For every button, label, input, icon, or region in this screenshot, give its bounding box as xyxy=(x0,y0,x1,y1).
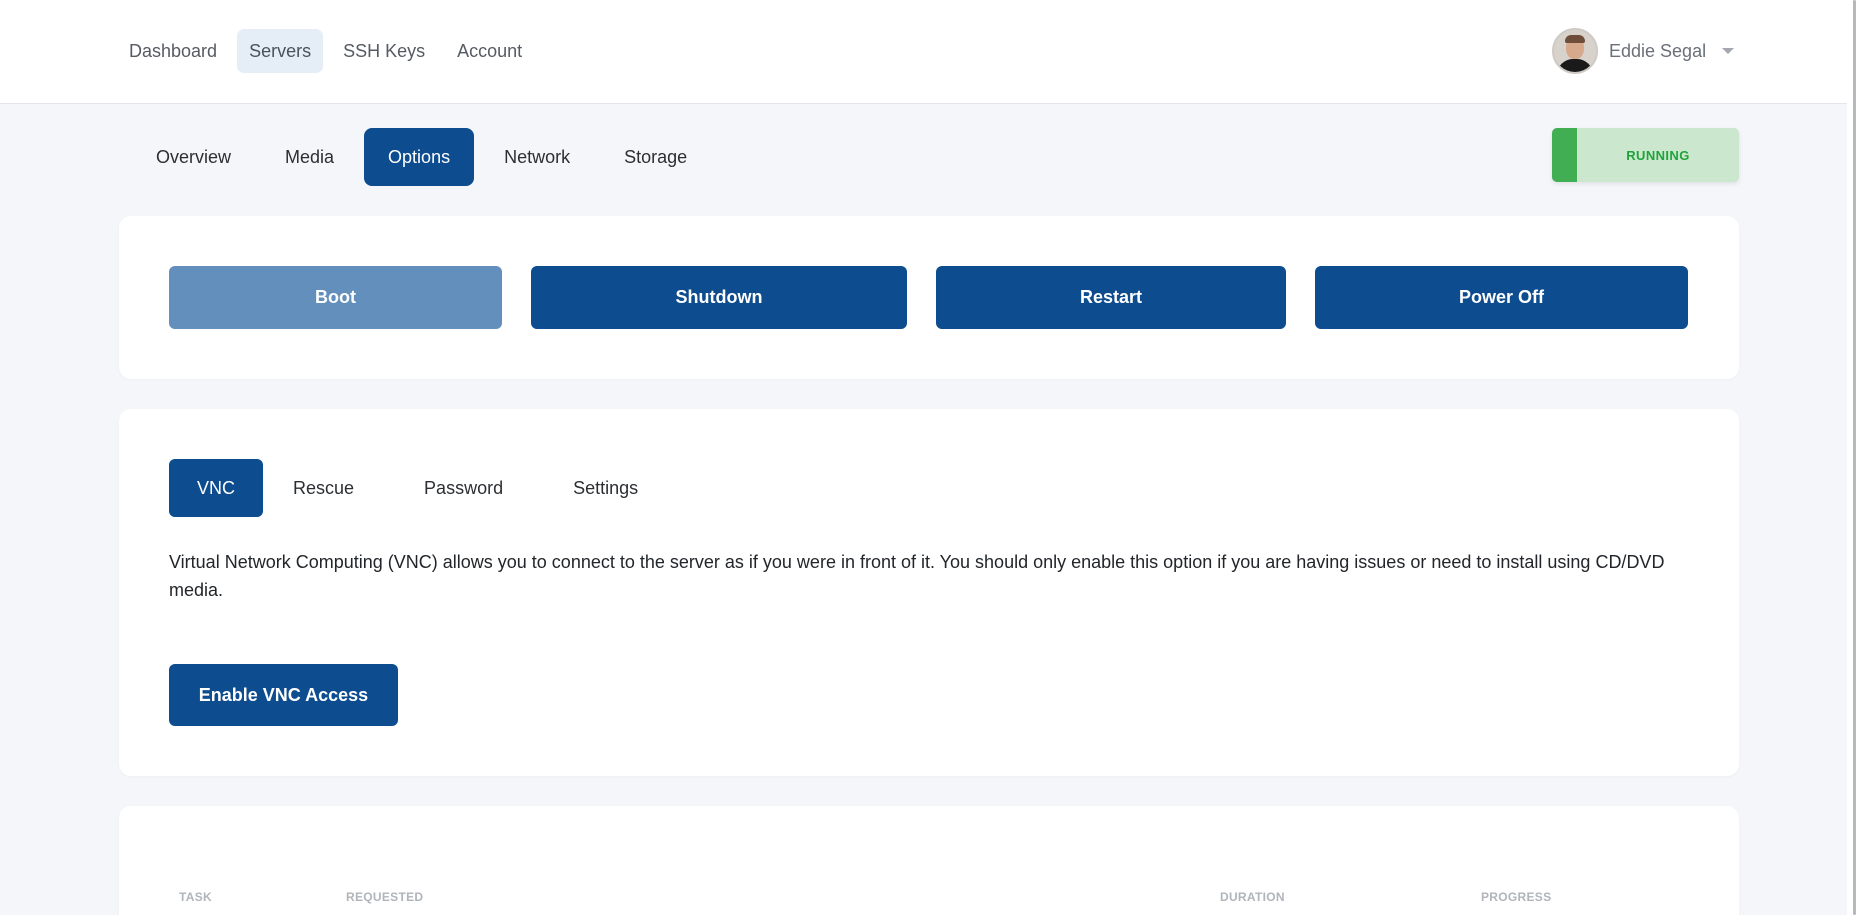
column-header-requested: REQUESTED xyxy=(346,890,424,904)
tab-overview[interactable]: Overview xyxy=(132,128,255,186)
vnc-description: Virtual Network Computing (VNC) allows y… xyxy=(169,552,1665,600)
nav-account[interactable]: Account xyxy=(445,29,534,73)
tab-rescue[interactable]: Rescue xyxy=(265,459,382,517)
nav-servers[interactable]: Servers xyxy=(237,29,324,73)
main-nav: Dashboard Servers SSH Keys Account xyxy=(117,29,534,73)
tab-storage[interactable]: Storage xyxy=(600,128,711,186)
tab-settings[interactable]: Settings xyxy=(545,459,666,517)
tab-password[interactable]: Password xyxy=(384,459,543,517)
avatar-hair xyxy=(1565,35,1585,43)
shutdown-button[interactable]: Shutdown xyxy=(531,266,907,329)
column-header-progress: PROGRESS xyxy=(1481,890,1552,904)
tab-media[interactable]: Media xyxy=(261,128,358,186)
user-menu[interactable]: Eddie Segal xyxy=(1552,28,1735,74)
column-header-task: TASK xyxy=(179,890,212,904)
status-indicator-bar xyxy=(1552,128,1577,182)
power-off-button[interactable]: Power Off xyxy=(1315,266,1688,329)
status-badge: RUNNING xyxy=(1552,128,1739,182)
restart-button[interactable]: Restart xyxy=(936,266,1286,329)
tab-network[interactable]: Network xyxy=(480,128,594,186)
avatar-shirt xyxy=(1557,59,1593,72)
enable-vnc-button[interactable]: Enable VNC Access xyxy=(169,664,398,726)
avatar xyxy=(1552,28,1598,74)
chevron-down-icon[interactable] xyxy=(1722,48,1735,54)
server-tabs: Overview Media Options Network Storage xyxy=(132,128,711,186)
column-header-duration: DURATION xyxy=(1220,890,1285,904)
top-navbar: Dashboard Servers SSH Keys Account Eddie… xyxy=(0,0,1858,104)
power-actions-card: Boot Shutdown Restart Power Off xyxy=(119,216,1739,379)
nav-ssh-keys[interactable]: SSH Keys xyxy=(331,29,437,73)
nav-dashboard[interactable]: Dashboard xyxy=(117,29,229,73)
scrollbar-thumb[interactable] xyxy=(1853,0,1856,915)
tasks-card: TASK REQUESTED DURATION PROGRESS xyxy=(119,806,1739,915)
status-text: RUNNING xyxy=(1626,147,1690,163)
option-tabs: VNC Rescue Password Settings xyxy=(169,459,666,517)
user-name: Eddie Segal xyxy=(1609,40,1707,61)
boot-button[interactable]: Boot xyxy=(169,266,502,329)
options-card: VNC Rescue Password Settings Virtual Net… xyxy=(119,409,1739,776)
tab-vnc[interactable]: VNC xyxy=(169,459,264,517)
tab-options[interactable]: Options xyxy=(364,128,475,186)
